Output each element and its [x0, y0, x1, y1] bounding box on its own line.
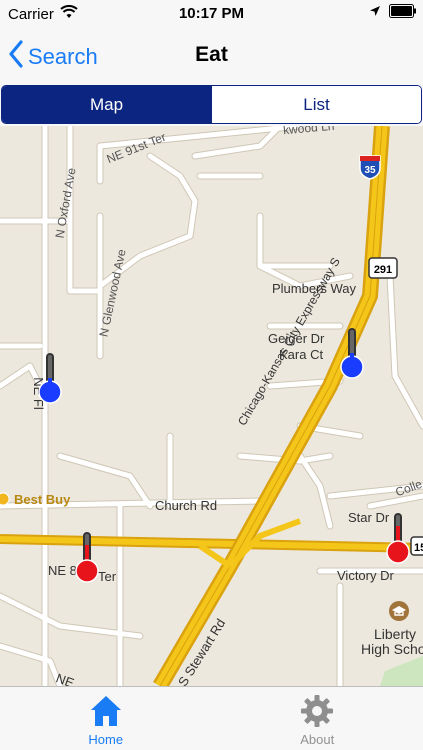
- segmented-control-container: Map List: [0, 84, 423, 126]
- map-label-ne-8: NE 8: [48, 563, 77, 578]
- screen: Carrier 10:17 PM Search Eat Map List 35 …: [0, 0, 423, 750]
- battery-icon: [389, 4, 417, 22]
- map-label-victory-dr: Victory Dr: [337, 568, 394, 583]
- thermometer-hot-icon: [75, 532, 99, 583]
- tab-bar: Home About: [0, 686, 423, 750]
- map-list-segmented-control: Map List: [1, 85, 422, 124]
- map-label-liberty: Liberty: [374, 626, 417, 642]
- status-bar: Carrier 10:17 PM: [0, 0, 423, 28]
- map-label-high-school: High Scho: [361, 641, 423, 657]
- tab-home-label: Home: [88, 732, 124, 747]
- navigation-bar: Search Eat: [0, 28, 423, 84]
- map-label-star-dr: Star Dr: [348, 510, 390, 525]
- map-view[interactable]: 35 291 15 kwood Ln NE 91st Ter N Oxford …: [0, 126, 423, 686]
- interstate-number: 35: [364, 165, 376, 176]
- thermometer-cold-icon: [38, 353, 62, 404]
- status-right: [369, 4, 417, 22]
- segment-map[interactable]: Map: [2, 86, 211, 123]
- page-title: Eat: [195, 43, 228, 66]
- tab-about[interactable]: About: [212, 687, 423, 750]
- location-arrow-icon: [369, 5, 381, 22]
- thermometer-cold-icon: [340, 328, 364, 379]
- gear-icon: [299, 693, 335, 732]
- map-label-best-buy[interactable]: Best Buy: [14, 492, 70, 507]
- state-route-number: 291: [374, 264, 392, 276]
- status-time: 10:17 PM: [178, 5, 245, 22]
- map-label-church-rd: Church Rd: [155, 498, 218, 513]
- map-label-ter: Ter: [98, 569, 117, 584]
- route-number: 15: [414, 542, 423, 554]
- tab-about-label: About: [300, 732, 335, 747]
- home-icon: [88, 693, 124, 732]
- thermometer-hot-icon: [386, 513, 410, 564]
- tab-home[interactable]: Home: [0, 687, 212, 750]
- segment-list[interactable]: List: [211, 86, 421, 123]
